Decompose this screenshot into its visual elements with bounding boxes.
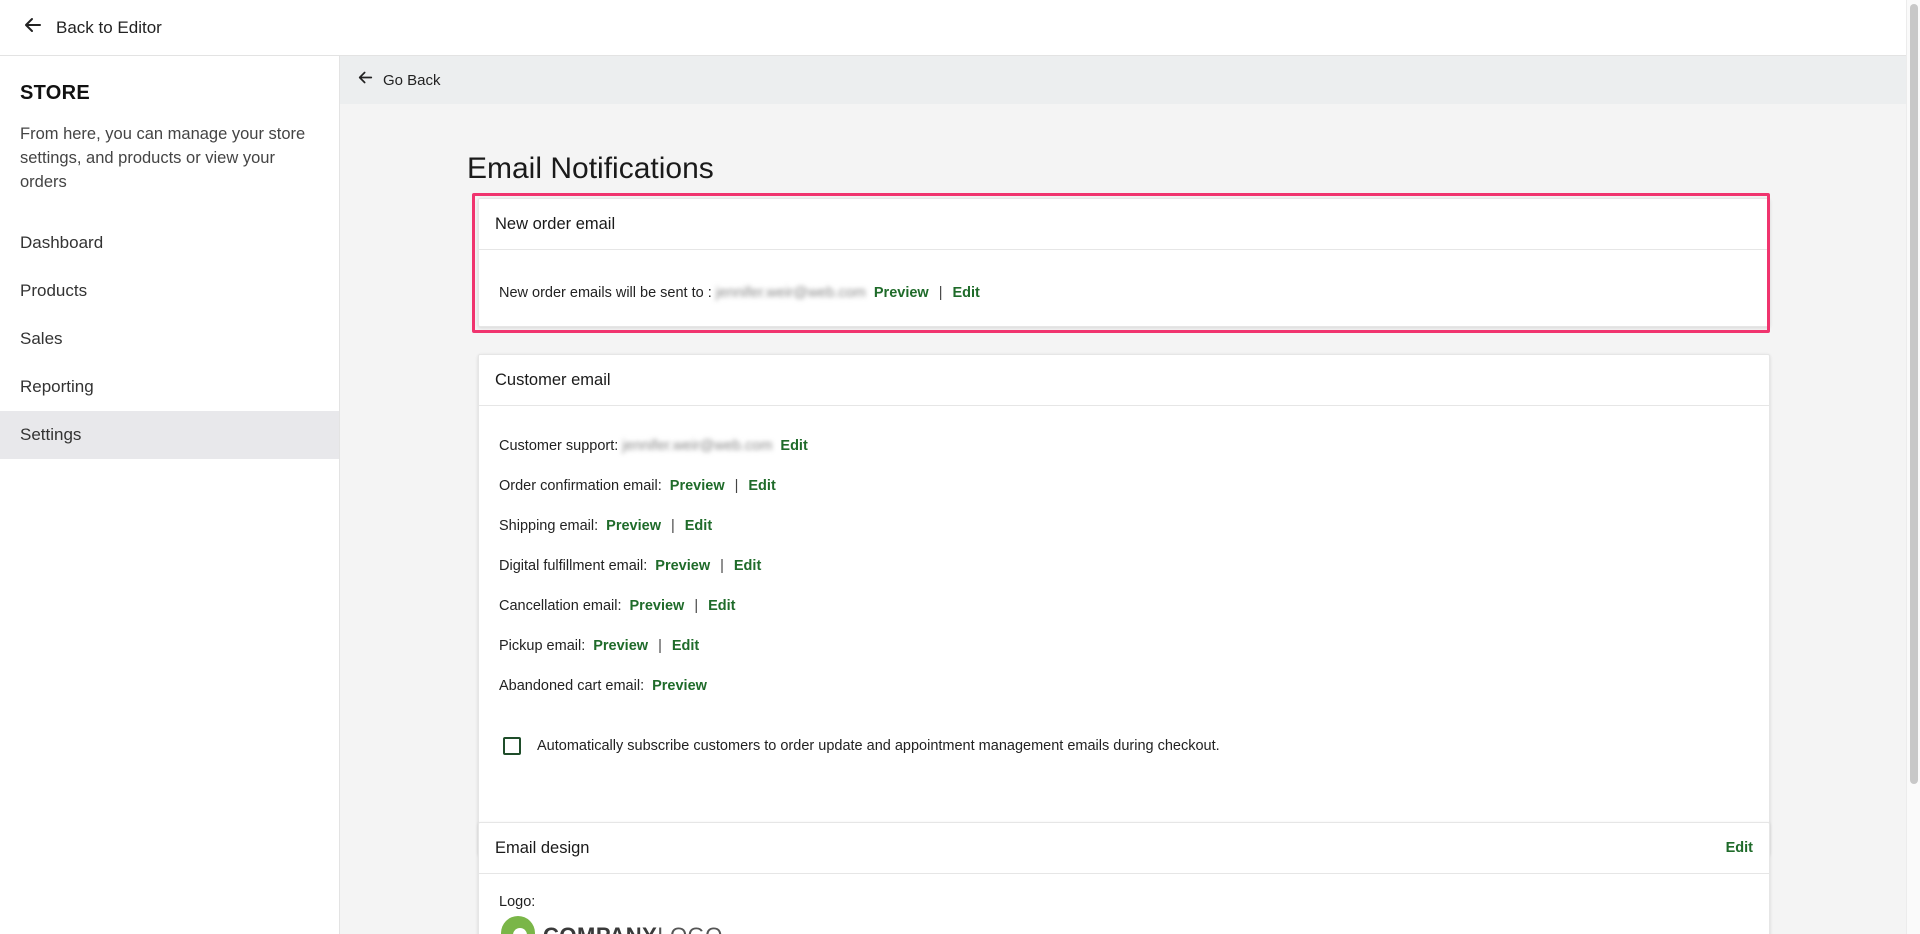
- card-title: New order email: [495, 214, 616, 233]
- card-header: Customer email: [479, 355, 1769, 406]
- sidebar-item-products[interactable]: Products: [0, 267, 339, 315]
- store-description: From here, you can manage your store set…: [20, 125, 306, 191]
- auto-subscribe-checkbox[interactable]: [503, 737, 521, 755]
- auto-subscribe-row: Automatically subscribe customers to ord…: [479, 726, 1769, 766]
- pickup-row: Pickup email: Preview | Edit: [479, 626, 1769, 666]
- row-label: Digital fulfillment email:: [499, 558, 648, 574]
- separator: |: [694, 598, 699, 614]
- customer-support-label: Customer support:: [499, 438, 619, 454]
- order-confirmation-edit-link[interactable]: Edit: [748, 478, 775, 494]
- sidebar-item-reporting[interactable]: Reporting: [0, 363, 339, 411]
- go-back-bar: Go Back: [340, 56, 1906, 104]
- customer-support-email: jennifer.weir@web.com: [622, 438, 773, 454]
- row-label: Shipping email:: [499, 518, 599, 534]
- row-label: Abandoned cart email:: [499, 678, 645, 694]
- shipping-row: Shipping email: Preview | Edit: [479, 506, 1769, 546]
- arrow-left-icon: [358, 70, 373, 90]
- logo-mark-icon: [499, 914, 537, 934]
- back-to-editor-button[interactable]: Back to Editor: [24, 16, 162, 39]
- pickup-preview-link[interactable]: Preview: [593, 638, 648, 654]
- new-order-email-card: New order email New order emails will be…: [478, 198, 1770, 327]
- email-design-card: Email design Edit Logo: COMPANYLOGO: [478, 822, 1770, 934]
- separator: |: [720, 558, 724, 574]
- separator: |: [734, 478, 739, 494]
- logo-label: Logo:: [499, 894, 536, 910]
- customer-email-card: Customer email Customer support: jennife…: [478, 354, 1770, 855]
- abandoned-cart-preview-link[interactable]: Preview: [652, 678, 707, 694]
- digital-fulfillment-edit-link[interactable]: Edit: [734, 558, 761, 574]
- customer-support-row: Customer support: jennifer.weir@web.com …: [479, 426, 1769, 466]
- row-label: Cancellation email:: [499, 598, 622, 614]
- scrollbar-thumb[interactable]: [1910, 4, 1918, 784]
- top-bar: Back to Editor: [0, 0, 1906, 56]
- shipping-edit-link[interactable]: Edit: [685, 518, 712, 534]
- auto-subscribe-label: Automatically subscribe customers to ord…: [537, 738, 1220, 754]
- cancellation-edit-link[interactable]: Edit: [708, 598, 735, 614]
- go-back-label: Go Back: [383, 71, 441, 89]
- sidebar-nav: Dashboard Products Sales Reporting Setti…: [0, 219, 339, 459]
- shipping-preview-link[interactable]: Preview: [606, 518, 661, 534]
- card-header: New order email: [479, 199, 1769, 250]
- order-confirmation-preview-link[interactable]: Preview: [670, 478, 725, 494]
- email-design-edit-link[interactable]: Edit: [1726, 840, 1753, 856]
- card-header: Email design Edit: [479, 823, 1769, 874]
- sidebar-item-sales[interactable]: Sales: [0, 315, 339, 363]
- card-title: Customer email: [495, 370, 611, 389]
- abandoned-cart-row: Abandoned cart email: Preview: [479, 666, 1769, 706]
- digital-fulfillment-preview-link[interactable]: Preview: [655, 558, 710, 574]
- new-order-edit-link[interactable]: Edit: [952, 285, 979, 301]
- back-to-editor-label: Back to Editor: [56, 17, 162, 37]
- new-order-preview-link[interactable]: Preview: [874, 285, 929, 301]
- sidebar-item-dashboard[interactable]: Dashboard: [0, 219, 339, 267]
- logo-wordmark: COMPANYLOGO: [543, 923, 723, 934]
- separator: |: [938, 285, 943, 301]
- order-confirmation-row: Order confirmation email: Preview | Edit: [479, 466, 1769, 506]
- company-logo: COMPANYLOGO: [499, 914, 1769, 934]
- row-label: Order confirmation email:: [499, 478, 662, 494]
- new-order-text: New order emails will be sent to :: [499, 285, 712, 301]
- page-scrollbar[interactable]: [1906, 0, 1920, 934]
- card-title: Email design: [495, 838, 590, 857]
- main-content: Go Back Email Notifications New order em…: [340, 56, 1906, 934]
- separator: |: [658, 638, 662, 654]
- cancellation-preview-link[interactable]: Preview: [630, 598, 685, 614]
- row-label: Pickup email:: [499, 638, 586, 654]
- cancellation-row: Cancellation email: Preview | Edit: [479, 586, 1769, 626]
- sidebar: STORE From here, you can manage your sto…: [0, 56, 340, 934]
- customer-support-edit-link[interactable]: Edit: [780, 438, 807, 454]
- separator: |: [670, 518, 675, 534]
- page-title: Email Notifications: [467, 152, 714, 185]
- store-title: STORE: [20, 82, 91, 104]
- new-order-recipient-email: jennifer.weir@web.com: [715, 285, 866, 301]
- sidebar-item-settings[interactable]: Settings: [0, 411, 339, 459]
- digital-fulfillment-row: Digital fulfillment email: Preview | Edi…: [479, 546, 1769, 586]
- pickup-edit-link[interactable]: Edit: [672, 638, 699, 654]
- new-order-row: New order emails will be sent to : jenni…: [479, 273, 1769, 313]
- arrow-left-icon: [24, 16, 42, 39]
- go-back-button[interactable]: Go Back: [358, 70, 441, 90]
